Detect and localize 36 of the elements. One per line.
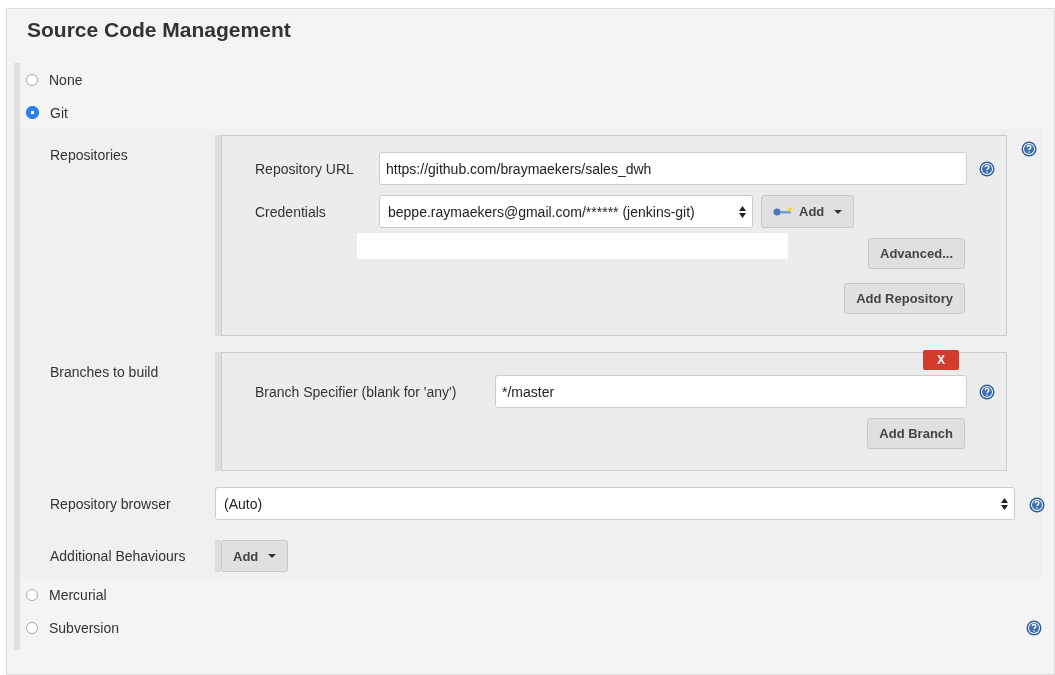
- help-icon[interactable]: [979, 383, 995, 400]
- branch-field[interactable]: */master: [495, 375, 967, 408]
- key-icon: [773, 206, 793, 217]
- radio-button[interactable]: [26, 588, 38, 601]
- radio-button[interactable]: [26, 106, 39, 119]
- url-field[interactable]: https://github.com/braymaekers/sales_dwh: [379, 152, 967, 185]
- delete-button[interactable]: X: [923, 350, 959, 370]
- add-branch-button[interactable]: Add Branch: [867, 418, 965, 449]
- field-label: Credentials: [255, 203, 327, 220]
- field-label: Additional Behaviours: [50, 548, 187, 564]
- stepper-icon: [1001, 497, 1008, 510]
- stepper-icon: [739, 205, 746, 218]
- add-button[interactable]: Add: [761, 195, 855, 228]
- option-label: Mercurial: [49, 586, 107, 603]
- radio-button[interactable]: [26, 621, 38, 634]
- field-label: Repositories: [50, 146, 129, 163]
- option-label: Git: [50, 104, 68, 121]
- field-label: Branch Specifier (blank for 'any'): [255, 383, 458, 400]
- caret-icon: [834, 209, 843, 214]
- help-icon[interactable]: [1021, 141, 1037, 157]
- add-repository-button[interactable]: Add Repository: [844, 283, 965, 314]
- option-label: None: [49, 71, 83, 88]
- option-label: Subversion: [49, 619, 120, 636]
- caret-icon: [268, 554, 277, 558]
- radio-button[interactable]: [26, 73, 38, 86]
- add-button[interactable]: Add: [221, 540, 289, 572]
- help-icon[interactable]: [1029, 497, 1045, 513]
- field-label: Branches to build: [50, 363, 160, 380]
- browser-select[interactable]: (Auto): [215, 487, 1015, 520]
- credentials-select[interactable]: beppe.raymaekers@gmail.com/****** (jenkins-git): [379, 195, 753, 228]
- help-icon[interactable]: [979, 160, 995, 177]
- field-label: Repository browser: [50, 495, 172, 512]
- advanced-button[interactable]: Advanced...: [868, 238, 965, 269]
- field-label: Repository URL: [255, 160, 355, 177]
- section-title: Source Code Management: [26, 17, 292, 43]
- help-icon[interactable]: [1026, 619, 1042, 636]
